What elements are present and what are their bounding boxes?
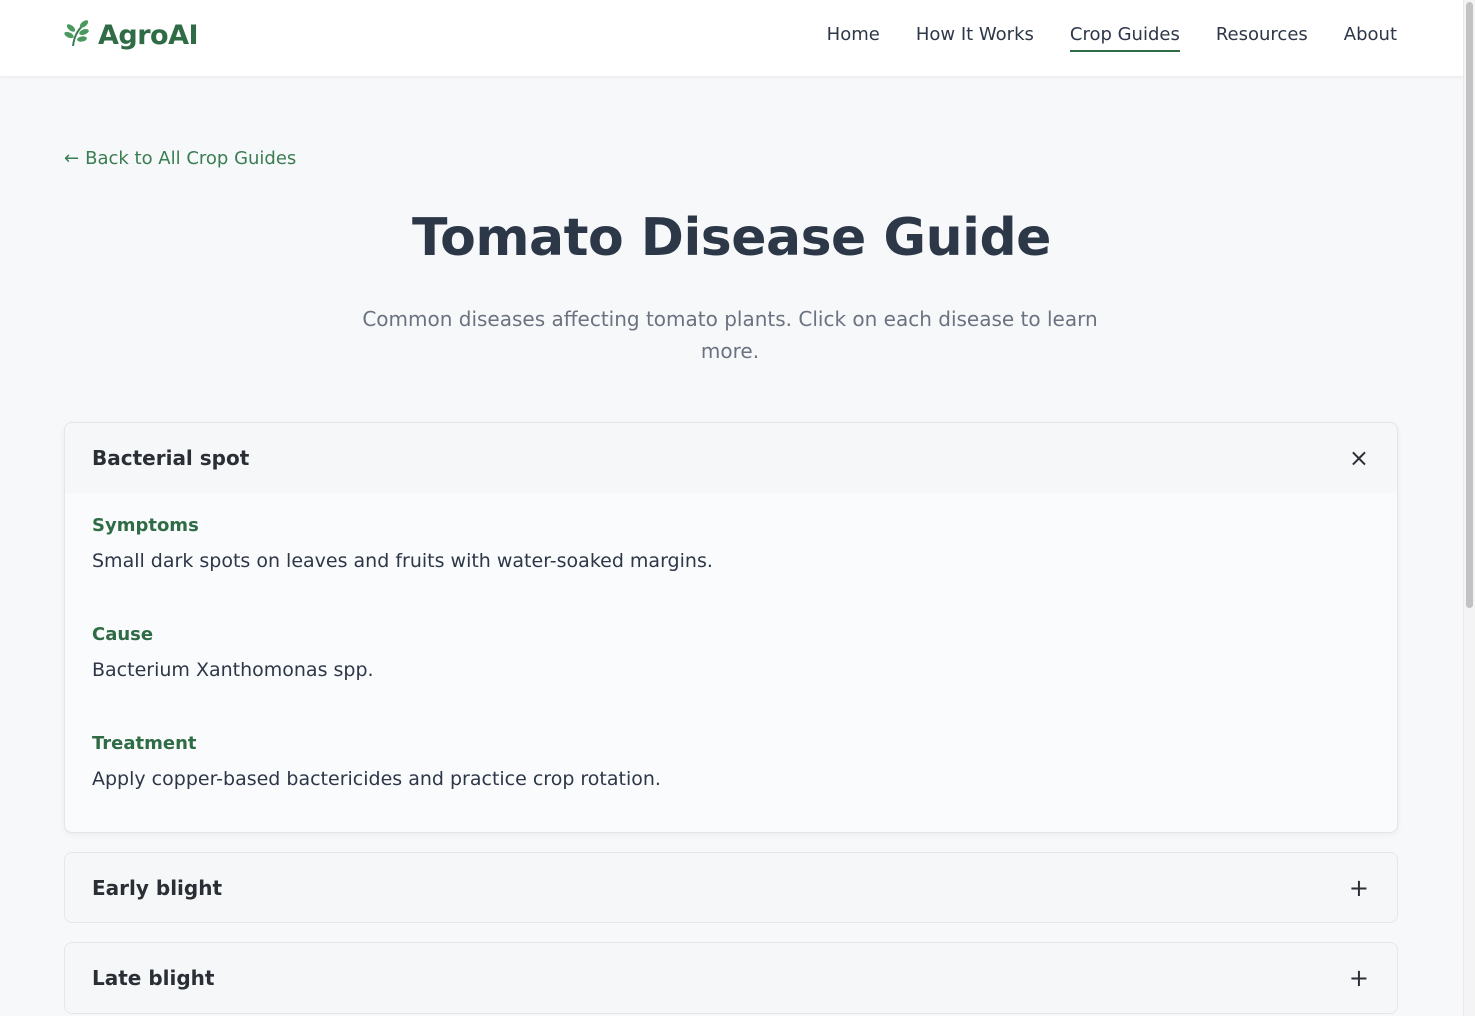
cause-heading: Cause <box>92 624 154 645</box>
back-to-crop-guides-link[interactable]: ← Back to All Crop Guides <box>64 148 296 169</box>
disease-header[interactable]: Late blight + <box>65 943 1397 1013</box>
disease-card-early-blight: Early blight + <box>64 852 1398 923</box>
disease-card-bacterial-spot: Bacterial spot × Symptoms Small dark spo… <box>64 422 1398 833</box>
treatment-text: Apply copper-based bactericides and prac… <box>92 768 661 790</box>
disease-name: Late blight <box>92 966 215 990</box>
leaf-icon <box>64 18 92 52</box>
main-nav: Home How It Works Crop Guides Resources … <box>827 24 1397 52</box>
nav-about[interactable]: About <box>1344 24 1397 52</box>
symptoms-text: Small dark spots on leaves and fruits wi… <box>92 550 713 572</box>
cause-text: Bacterium Xanthomonas spp. <box>92 659 374 681</box>
disease-details: Symptoms Small dark spots on leaves and … <box>65 493 1397 790</box>
nav-how-it-works[interactable]: How It Works <box>916 24 1034 52</box>
brand-logo[interactable]: AgroAI <box>64 18 199 52</box>
page-subtitle: Common diseases affecting tomato plants.… <box>362 307 1098 363</box>
scrollbar-thumb[interactable] <box>1466 2 1473 608</box>
nav-resources[interactable]: Resources <box>1216 24 1308 52</box>
symptoms-heading: Symptoms <box>92 515 199 536</box>
disease-header[interactable]: Early blight + <box>65 853 1397 922</box>
disease-header[interactable]: Bacterial spot × <box>65 423 1397 493</box>
nav-home[interactable]: Home <box>827 24 880 52</box>
page-title: Tomato Disease Guide <box>412 208 1051 268</box>
close-icon[interactable]: × <box>1349 446 1369 470</box>
brand-name: AgroAI <box>98 19 199 51</box>
plus-icon[interactable]: + <box>1349 876 1369 900</box>
treatment-heading: Treatment <box>92 733 197 754</box>
disease-name: Bacterial spot <box>92 446 250 470</box>
plus-icon[interactable]: + <box>1349 966 1369 990</box>
scrollbar[interactable] <box>1463 0 1475 1016</box>
arrow-left-icon: ← <box>64 148 80 169</box>
site-header: AgroAI Home How It Works Crop Guides Res… <box>0 0 1463 77</box>
disease-name: Early blight <box>92 876 223 900</box>
back-link-label: Back to All Crop Guides <box>85 148 297 169</box>
nav-crop-guides[interactable]: Crop Guides <box>1069 24 1180 52</box>
disease-card-late-blight: Late blight + <box>64 942 1398 1014</box>
